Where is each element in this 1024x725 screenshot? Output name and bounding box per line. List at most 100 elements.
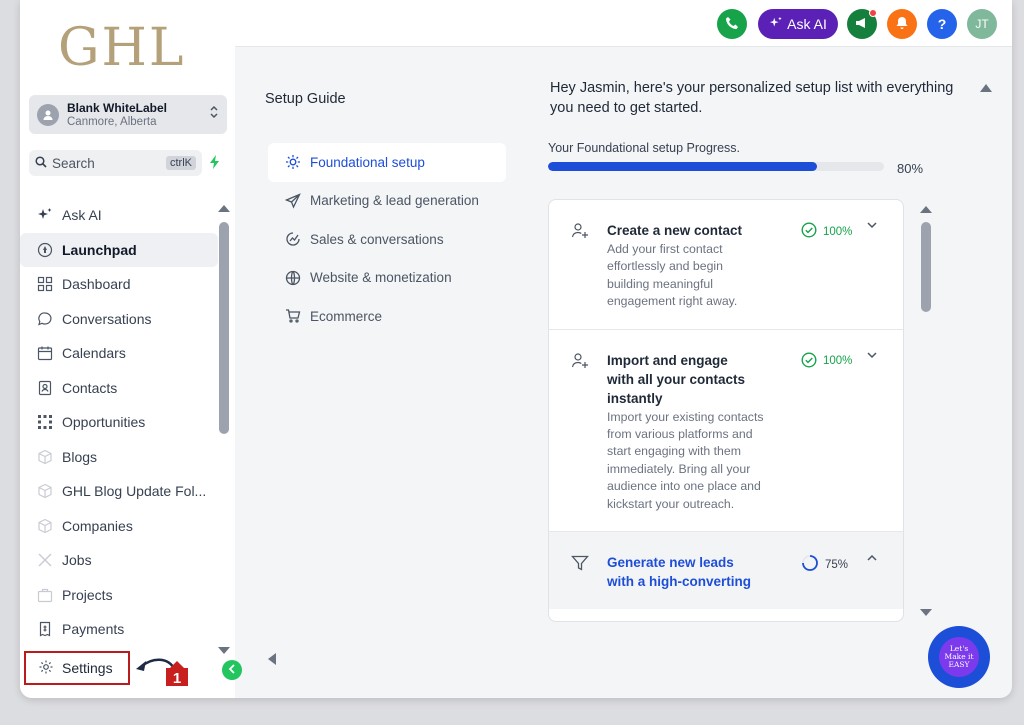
task-status: 75% xyxy=(801,554,848,575)
cube-icon xyxy=(36,482,54,500)
account-name: Blank WhiteLabel xyxy=(67,101,168,115)
cube-icon xyxy=(36,448,54,466)
bell-icon xyxy=(895,16,909,33)
task-description: Import your existing contacts from vario… xyxy=(607,409,764,511)
sidebar-item-contacts[interactable]: Contacts xyxy=(20,371,218,406)
task-percent: 100% xyxy=(823,225,853,238)
scroll-left-arrow[interactable] xyxy=(268,653,276,665)
quick-action-button[interactable] xyxy=(202,150,228,176)
sidebar-item-label: GHL Blog Update Fol... xyxy=(62,483,207,500)
account-location: Canmore, Alberta xyxy=(67,116,157,128)
callout-number: 1 xyxy=(173,670,181,686)
search-input[interactable]: Search ctrlK xyxy=(29,150,202,176)
chevron-down-icon[interactable] xyxy=(867,350,877,362)
setup-item-foundational[interactable]: Foundational setup xyxy=(268,143,506,182)
sidebar-item-payments[interactable]: Payments xyxy=(20,612,218,647)
task-percent: 100% xyxy=(823,355,853,368)
sidebar-item-companies[interactable]: Companies xyxy=(20,509,218,544)
account-switcher[interactable]: Blank WhiteLabel Canmore, Alberta xyxy=(29,95,227,134)
rocket-icon xyxy=(36,241,54,259)
chevron-up-icon[interactable] xyxy=(867,552,877,564)
task-title: Generate new leads with a high-convertin… xyxy=(607,555,751,590)
lets-make-it-easy-badge[interactable]: Let's Make it EASY xyxy=(928,626,990,688)
sidebar-scroll-up[interactable] xyxy=(218,205,230,212)
tools-icon xyxy=(36,551,54,569)
sparkle-icon xyxy=(36,206,54,224)
notifications-button[interactable] xyxy=(887,9,917,39)
sidebar-item-label: Launchpad xyxy=(62,241,137,258)
tasks-scroll-up[interactable] xyxy=(920,206,932,213)
sidebar: GHL Blank WhiteLabel Canmore, Alberta Se… xyxy=(20,0,242,698)
search-shortcut: ctrlK xyxy=(166,156,196,170)
chart-icon xyxy=(284,230,302,248)
chevron-down-icon[interactable] xyxy=(867,220,877,232)
setup-item-sales[interactable]: Sales & conversations xyxy=(268,220,506,259)
lightning-icon xyxy=(210,154,220,172)
ask-ai-label: Ask AI xyxy=(787,16,827,32)
sidebar-item-label: Companies xyxy=(62,517,133,534)
gear-icon xyxy=(38,659,54,678)
sidebar-item-jobs[interactable]: Jobs xyxy=(20,543,218,578)
sidebar-item-launchpad[interactable]: Launchpad xyxy=(20,232,218,267)
sidebar-item-calendars[interactable]: Calendars xyxy=(20,336,218,371)
task-description: Add your first contact effortlessly and … xyxy=(607,242,738,309)
setup-item-website[interactable]: Website & monetization xyxy=(268,259,506,298)
sidebar-item-settings[interactable]: Settings xyxy=(24,651,130,685)
badge-text: Let's Make it EASY xyxy=(939,637,979,677)
task-card[interactable]: Import and engage with all your contacts… xyxy=(549,330,903,533)
setup-item-ecommerce[interactable]: Ecommerce xyxy=(268,297,506,336)
check-circle-icon xyxy=(801,352,817,371)
sidebar-item-label: Calendars xyxy=(62,345,126,362)
task-title: Import and engage with all your contacts… xyxy=(607,352,746,406)
user-add-icon xyxy=(571,222,591,242)
phone-button[interactable] xyxy=(717,9,747,39)
logo: GHL xyxy=(58,18,186,78)
sidebar-item-label: Jobs xyxy=(62,552,92,569)
help-icon: ? xyxy=(937,16,947,32)
avatar-initials: JT xyxy=(975,17,989,31)
calendar-icon xyxy=(36,344,54,362)
search-label: Search xyxy=(52,155,95,171)
tasks-scroll-down[interactable] xyxy=(920,609,932,616)
setup-item-marketing[interactable]: Marketing & lead generation xyxy=(268,182,506,221)
contact-card-icon xyxy=(36,379,54,397)
sidebar-item-label: Ask AI xyxy=(62,207,102,224)
sidebar-item-label: Payments xyxy=(62,621,125,638)
help-button[interactable]: ? xyxy=(927,9,957,39)
sidebar-item-ghl-blog-update[interactable]: GHL Blog Update Fol... xyxy=(20,474,218,509)
chevron-up-down-icon xyxy=(209,104,219,125)
cart-icon xyxy=(284,307,302,325)
progress-label: Your Foundational setup Progress. xyxy=(548,141,741,155)
grid-icon xyxy=(36,275,54,293)
sidebar-item-ask-ai[interactable]: Ask AI xyxy=(20,198,218,233)
sidebar-item-blogs[interactable]: Blogs xyxy=(20,440,218,475)
sidebar-item-projects[interactable]: Projects xyxy=(20,578,218,613)
sidebar-item-dashboard[interactable]: Dashboard xyxy=(20,267,218,302)
sidebar-item-opportunities[interactable]: Opportunities xyxy=(20,405,218,440)
chat-icon xyxy=(36,310,54,328)
avatar[interactable]: JT xyxy=(967,9,997,39)
progress-bar xyxy=(548,162,884,171)
briefcase-icon xyxy=(36,586,54,604)
announcements-button[interactable] xyxy=(847,9,877,39)
funnel-icon xyxy=(571,554,591,574)
sidebar-item-label: Dashboard xyxy=(62,276,131,293)
sidebar-scroll-down[interactable] xyxy=(218,647,230,654)
notification-dot xyxy=(869,9,877,17)
sidebar-scrollbar[interactable] xyxy=(219,222,229,434)
sidebar-item-label: Opportunities xyxy=(62,414,146,431)
ask-ai-button[interactable]: Ask AI xyxy=(758,9,838,39)
sidebar-nav: Ask AI Launchpad Dashboard Conversations xyxy=(20,198,218,647)
cube-icon xyxy=(36,517,54,535)
account-avatar-icon xyxy=(37,103,59,126)
progress-ring-icon xyxy=(801,554,819,575)
progress-percent: 80% xyxy=(897,161,924,176)
sidebar-item-conversations[interactable]: Conversations xyxy=(20,302,218,337)
task-card[interactable]: Create a new contact Add your first cont… xyxy=(549,200,903,330)
page-title: Setup Guide xyxy=(265,91,346,107)
tasks-scrollbar[interactable] xyxy=(921,222,931,312)
collapse-greeting-icon[interactable] xyxy=(980,84,992,92)
task-card[interactable]: Generate new leads with a high-convertin… xyxy=(549,532,903,610)
sidebar-item-label: Contacts xyxy=(62,379,118,396)
send-icon xyxy=(284,192,302,210)
